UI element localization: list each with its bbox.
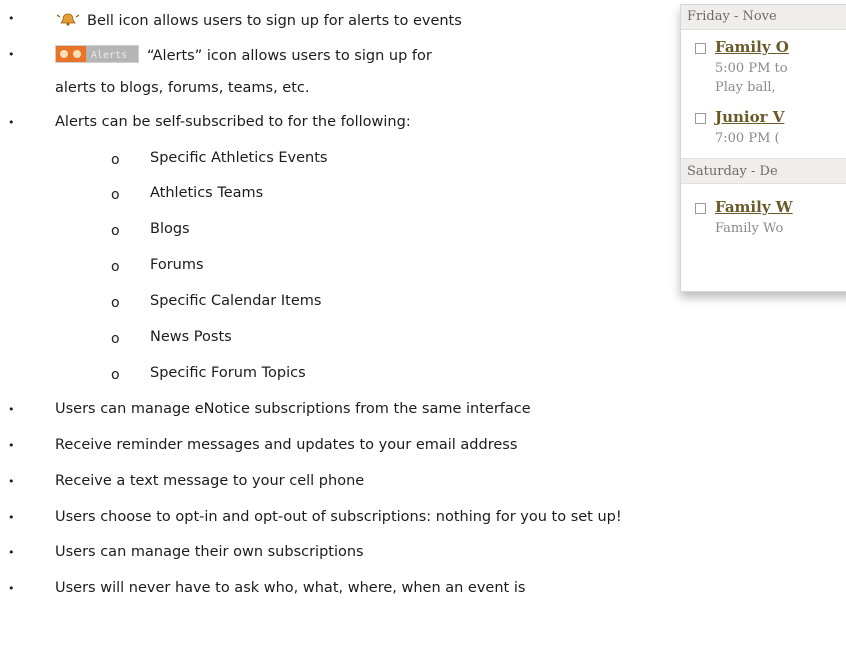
calendar-day-header: Friday - Nove <box>681 5 846 30</box>
bullet-enotice: Users can manage eNotice subscriptions f… <box>55 401 531 417</box>
bullet-marker: • <box>8 403 15 416</box>
bell-icon[interactable] <box>55 12 81 26</box>
calendar-day-header: Saturday - De <box>681 158 846 184</box>
sub-marker: o <box>111 331 120 347</box>
sub-item-forum-topics: Specific Forum Topics <box>150 365 306 381</box>
bullet-marker: • <box>8 475 15 488</box>
event-title-link[interactable]: Family W <box>715 198 793 216</box>
sub-marker: o <box>111 152 120 168</box>
event-checkbox[interactable] <box>695 43 706 54</box>
bullet-marker: • <box>8 439 15 452</box>
event-description: Family Wo <box>715 221 784 236</box>
bullet-never-ask: Users will never have to ask who, what, … <box>55 580 526 596</box>
sub-marker: o <box>111 367 120 383</box>
sub-item-blogs: Blogs <box>150 221 190 237</box>
alerts-icon-label: Alerts <box>91 50 127 61</box>
bullet-opt-in: Users choose to opt-in and opt-out of su… <box>55 509 622 525</box>
bullet-email: Receive reminder messages and updates to… <box>55 437 518 453</box>
alerts-icon-line: Alerts “Alerts” icon allows users to sig… <box>55 45 432 64</box>
bullet-marker: • <box>8 116 15 129</box>
sub-item-athletics-events: Specific Athletics Events <box>150 150 328 166</box>
calendar-widget: Friday - Nove Family O 5:00 PM to Play b… <box>680 4 846 292</box>
event-checkbox[interactable] <box>695 203 706 214</box>
sub-marker: o <box>111 259 120 275</box>
bullet-marker: • <box>8 511 15 524</box>
sub-marker: o <box>111 223 120 239</box>
bullet-marker: • <box>8 48 15 61</box>
bell-alert-text: Bell icon allows users to sign up for al… <box>87 13 462 29</box>
sub-item-forums: Forums <box>150 257 204 273</box>
alerts-icon-continuation: alerts to blogs, forums, teams, etc. <box>55 80 310 96</box>
event-checkbox[interactable] <box>695 113 706 124</box>
event-time: 7:00 PM ( <box>715 131 780 146</box>
sub-item-athletics-teams: Athletics Teams <box>150 185 264 201</box>
bullet-marker: • <box>8 12 15 25</box>
event-description: Play ball, <box>715 80 776 95</box>
bell-alert-line: Bell icon allows users to sign up for al… <box>55 12 462 29</box>
event-title-link[interactable]: Junior V <box>715 108 784 126</box>
sub-marker: o <box>111 295 120 311</box>
alerts-icon[interactable]: Alerts <box>55 45 139 63</box>
bullet-marker: • <box>8 546 15 559</box>
sub-item-news-posts: News Posts <box>150 329 232 345</box>
bullet-marker: • <box>8 582 15 595</box>
sub-item-calendar-items: Specific Calendar Items <box>150 293 322 309</box>
bullet-manage-own: Users can manage their own subscriptions <box>55 544 364 560</box>
sub-marker: o <box>111 187 120 203</box>
bullet-text-message: Receive a text message to your cell phon… <box>55 473 365 489</box>
event-title-link[interactable]: Family O <box>715 38 789 56</box>
self-subscribe-text: Alerts can be self-subscribed to for the… <box>55 114 411 130</box>
alerts-icon-text: “Alerts” icon allows users to sign up fo… <box>147 48 432 64</box>
event-time: 5:00 PM to <box>715 61 788 76</box>
